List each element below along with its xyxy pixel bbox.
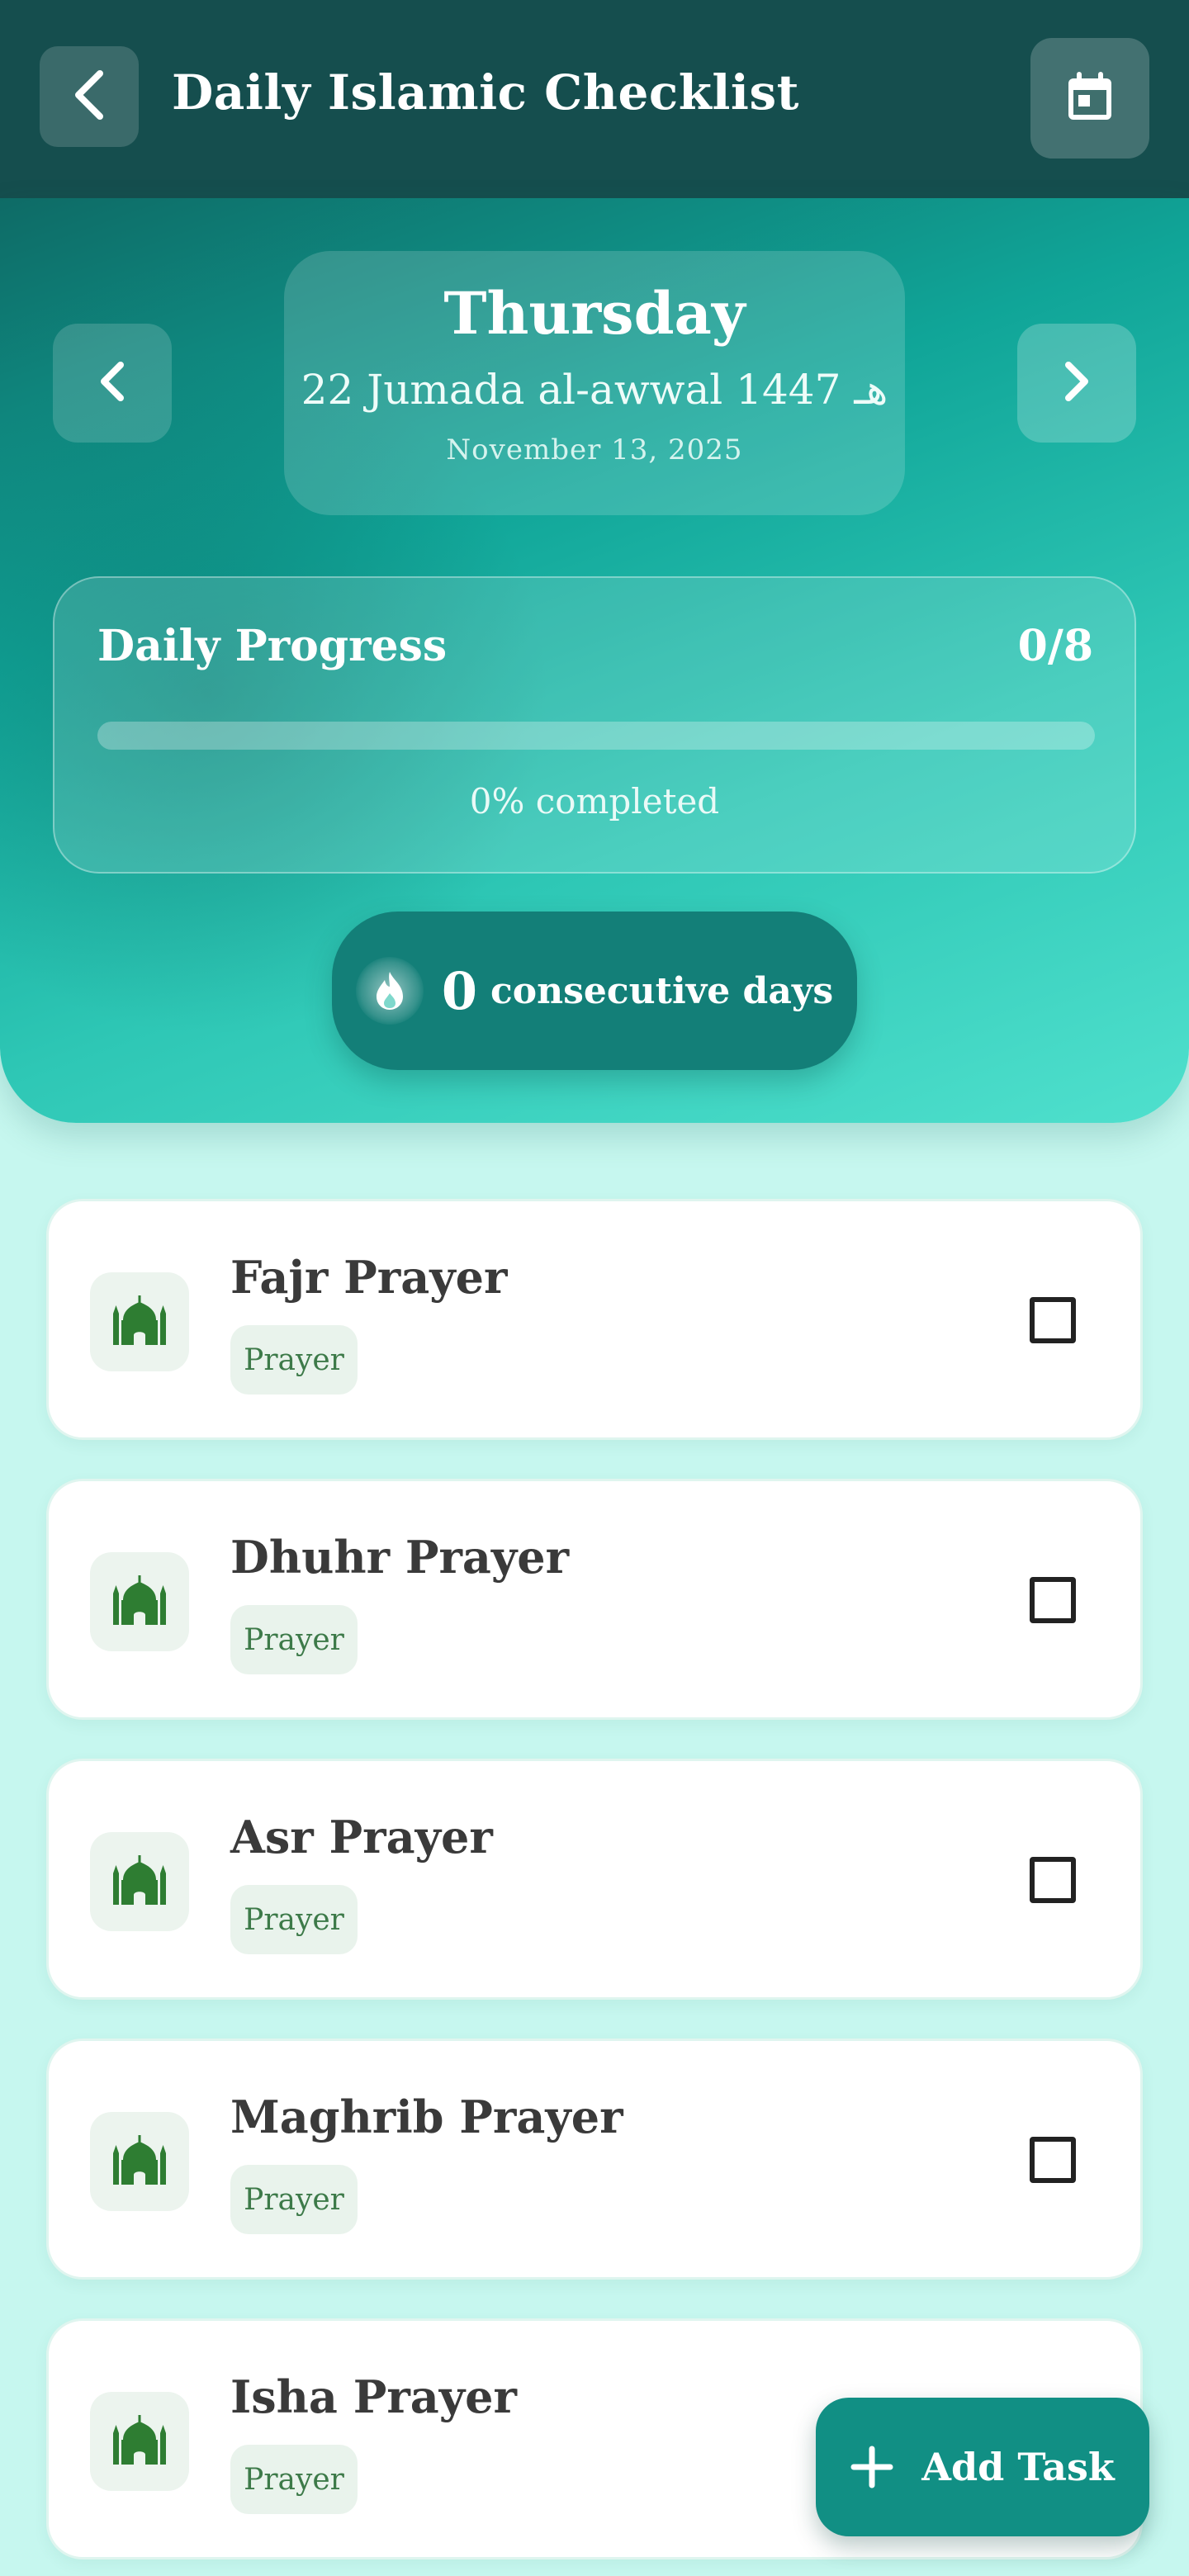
progress-percent-text: 0% completed bbox=[469, 781, 720, 822]
streak-label: consecutive days bbox=[490, 969, 834, 1012]
next-day-button[interactable] bbox=[1017, 324, 1136, 443]
progress-title: Daily Progress bbox=[97, 621, 448, 671]
weekday-label: Thursday bbox=[443, 279, 746, 348]
task-title: Dhuhr Prayer bbox=[230, 1531, 570, 1584]
task-category-tag: Prayer bbox=[230, 1325, 358, 1395]
app-bar: Daily Islamic Checklist bbox=[0, 0, 1189, 198]
page-title: Daily Islamic Checklist bbox=[172, 64, 799, 121]
add-task-label: Add Task bbox=[921, 2445, 1115, 2489]
chevron-left-icon bbox=[97, 360, 127, 406]
calendar-icon bbox=[1065, 70, 1115, 126]
mosque-icon bbox=[90, 1552, 189, 1651]
flame-icon bbox=[355, 957, 424, 1025]
progress-bar bbox=[97, 722, 1095, 750]
task-checkbox[interactable] bbox=[1030, 1857, 1076, 1903]
task-card[interactable]: Fajr Prayer Prayer bbox=[46, 1199, 1143, 1440]
task-category-tag: Prayer bbox=[230, 2165, 358, 2234]
task-card[interactable]: Dhuhr Prayer Prayer bbox=[46, 1479, 1143, 1720]
add-task-button[interactable]: Add Task bbox=[816, 2398, 1149, 2536]
chevron-right-icon bbox=[1062, 360, 1092, 406]
hero-section: Thursday 22 Jumada al-awwal 1447 هـ Nove… bbox=[0, 198, 1189, 1123]
date-card: Thursday 22 Jumada al-awwal 1447 هـ Nove… bbox=[284, 251, 905, 515]
hijri-date: 22 Jumada al-awwal 1447 هـ bbox=[301, 366, 888, 414]
calendar-button[interactable] bbox=[1030, 38, 1149, 159]
task-category-tag: Prayer bbox=[230, 2445, 358, 2514]
progress-count: 0/8 bbox=[1017, 621, 1093, 671]
task-category-tag: Prayer bbox=[230, 1605, 358, 1674]
streak-count: 0 bbox=[441, 960, 477, 1021]
task-title: Fajr Prayer bbox=[230, 1251, 508, 1304]
mosque-icon bbox=[90, 2112, 189, 2211]
task-title: Isha Prayer bbox=[230, 2370, 517, 2423]
task-card[interactable]: Maghrib Prayer Prayer bbox=[46, 2039, 1143, 2280]
task-category-tag: Prayer bbox=[230, 1885, 358, 1954]
streak-badge: 0 consecutive days bbox=[332, 912, 857, 1070]
back-button[interactable] bbox=[40, 46, 139, 147]
task-checkbox[interactable] bbox=[1030, 1577, 1076, 1623]
mosque-icon bbox=[90, 1832, 189, 1931]
task-card[interactable]: Asr Prayer Prayer bbox=[46, 1759, 1143, 2000]
task-checkbox[interactable] bbox=[1030, 2137, 1076, 2183]
previous-day-button[interactable] bbox=[53, 324, 172, 443]
mosque-icon bbox=[90, 2392, 189, 2491]
task-checkbox[interactable] bbox=[1030, 1297, 1076, 1343]
plus-icon bbox=[850, 2446, 893, 2488]
task-title: Asr Prayer bbox=[230, 1811, 493, 1863]
gregorian-date: November 13, 2025 bbox=[446, 433, 743, 466]
task-title: Maghrib Prayer bbox=[230, 2091, 623, 2143]
mosque-icon bbox=[90, 1272, 189, 1371]
chevron-left-icon bbox=[69, 69, 110, 125]
daily-progress-card: Daily Progress 0/8 0% completed bbox=[53, 576, 1136, 874]
